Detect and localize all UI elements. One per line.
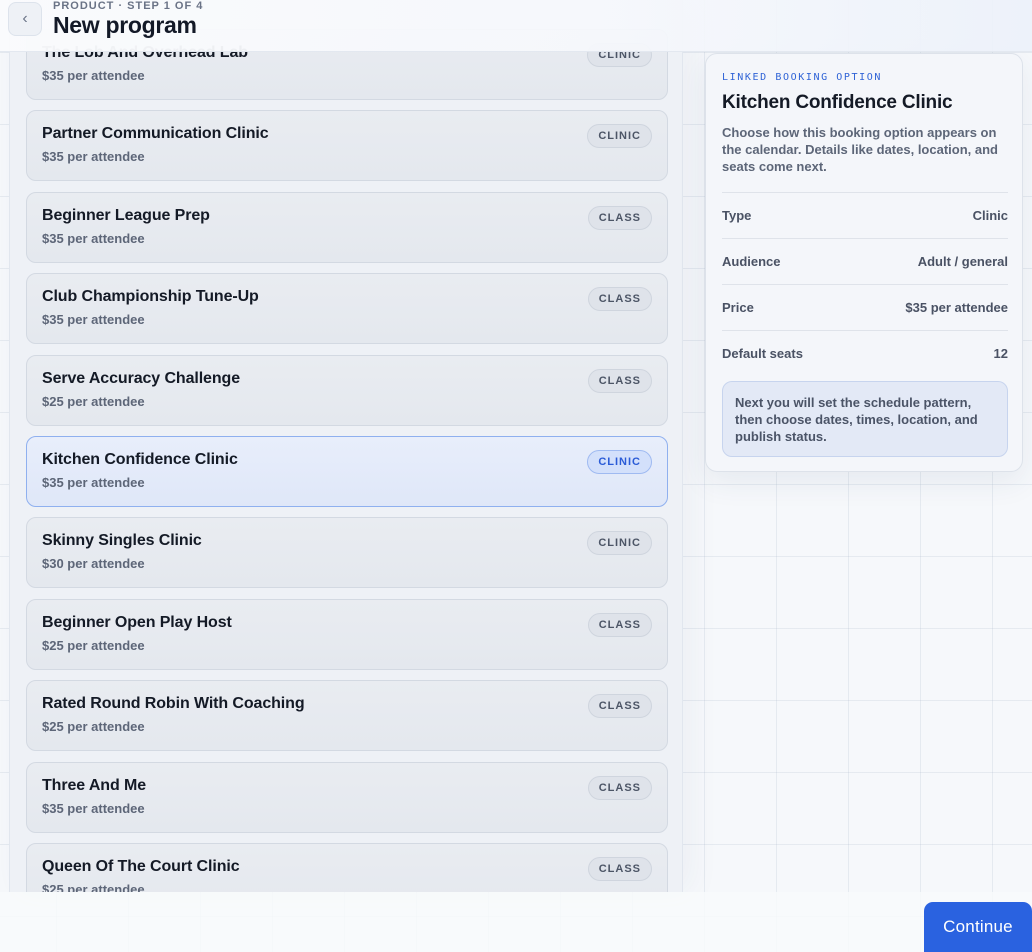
top-bar: ‹ PRODUCT · STEP 1 OF 4 New program [0, 0, 1032, 52]
detail-row-value: Clinic [972, 208, 1008, 223]
program-price: $35 per attendee [42, 68, 145, 83]
program-card[interactable]: Kitchen Confidence Clinic $35 per attende… [26, 436, 668, 507]
program-name: Serve Accuracy Challenge [42, 370, 240, 387]
program-card[interactable]: Skinny Singles Clinic $30 per attendee CLI… [26, 517, 668, 588]
program-name: Beginner Open Play Host [42, 614, 232, 631]
footer-bar: Continue [0, 892, 1032, 952]
program-card[interactable]: Rated Round Robin With Coaching $25 per a… [26, 680, 668, 751]
program-price: $35 per attendee [42, 475, 145, 490]
program-name: Skinny Singles Clinic [42, 532, 202, 549]
program-price: $30 per attendee [42, 556, 145, 571]
program-price: $35 per attendee [42, 149, 145, 164]
program-card[interactable]: Beginner League Prep $35 per attendee CLAS… [26, 192, 668, 263]
booking-option-detail: LINKED BOOKING OPTION Kitchen Confidence… [705, 53, 1023, 472]
chevron-left-icon: ‹ [22, 10, 28, 27]
detail-description: Choose how this booking option appears o… [722, 125, 998, 174]
program-type-badge: CLASS [587, 206, 652, 230]
program-name: Partner Communication Clinic [42, 125, 269, 142]
program-name: Three And Me [42, 777, 146, 794]
program-card[interactable]: Club Championship Tune-Up $35 per attende… [26, 273, 668, 344]
program-type-badge: CLASS [587, 613, 652, 637]
program-card[interactable]: Partner Communication Clinic $35 per atte… [26, 110, 668, 181]
program-type-badge: CLASS [587, 287, 652, 311]
program-list[interactable]: The Lob And Overhead Lab $35 per attendee… [9, 0, 683, 892]
detail-row-label: Type [722, 208, 752, 223]
program-name: Kitchen Confidence Clinic [42, 451, 238, 468]
detail-row-type: Type Clinic [722, 192, 1008, 238]
continue-button[interactable]: Continue [924, 902, 1032, 952]
program-card[interactable]: Serve Accuracy Challenge $25 per attendee… [26, 355, 668, 426]
program-name: Beginner League Prep [42, 207, 210, 224]
program-price: $35 per attendee [42, 312, 145, 327]
program-price: $25 per attendee [42, 882, 145, 892]
program-name: Rated Round Robin With Coaching [42, 695, 305, 712]
detail-title: Kitchen Confidence Clinic [722, 92, 953, 113]
program-type-badge: CLINIC [587, 531, 652, 555]
detail-row-label: Default seats [722, 346, 803, 361]
program-price: $25 per attendee [42, 638, 145, 653]
program-card[interactable]: Three And Me $35 per attendee CLASS [26, 762, 668, 833]
next-step-note: Next you will set the schedule pattern, … [722, 381, 1008, 457]
program-card[interactable]: Beginner Open Play Host $25 per attendee C… [26, 599, 668, 670]
program-type-badge: CLINIC [587, 450, 652, 474]
program-type-badge: CLASS [587, 694, 652, 718]
program-price: $35 per attendee [42, 231, 145, 246]
detail-row-value: 12 [993, 346, 1008, 361]
detail-row-label: Price [722, 300, 754, 315]
program-price: $35 per attendee [42, 801, 145, 816]
back-button[interactable]: ‹ [8, 2, 42, 36]
detail-row-audience: Audience Adult / general [722, 238, 1008, 284]
program-name: Queen Of The Court Clinic [42, 858, 240, 875]
detail-row-price: Price $35 per attendee [722, 284, 1008, 330]
program-card[interactable]: Queen Of The Court Clinic $25 per attende… [26, 843, 668, 892]
detail-row-value: $35 per attendee [905, 300, 1008, 315]
detail-row-label: Audience [722, 254, 781, 269]
detail-row-value: Adult / general [917, 254, 1008, 269]
program-price: $25 per attendee [42, 394, 145, 409]
program-type-badge: CLASS [587, 369, 652, 393]
detail-eyebrow: LINKED BOOKING OPTION [722, 72, 883, 83]
program-type-badge: CLASS [587, 776, 652, 800]
detail-row-default-seats: Default seats 12 [722, 330, 1008, 376]
program-type-badge: CLINIC [587, 124, 652, 148]
program-type-badge: CLASS [587, 857, 652, 881]
program-name: Club Championship Tune-Up [42, 288, 259, 305]
page-title: New program [53, 12, 197, 38]
program-price: $25 per attendee [42, 719, 145, 734]
